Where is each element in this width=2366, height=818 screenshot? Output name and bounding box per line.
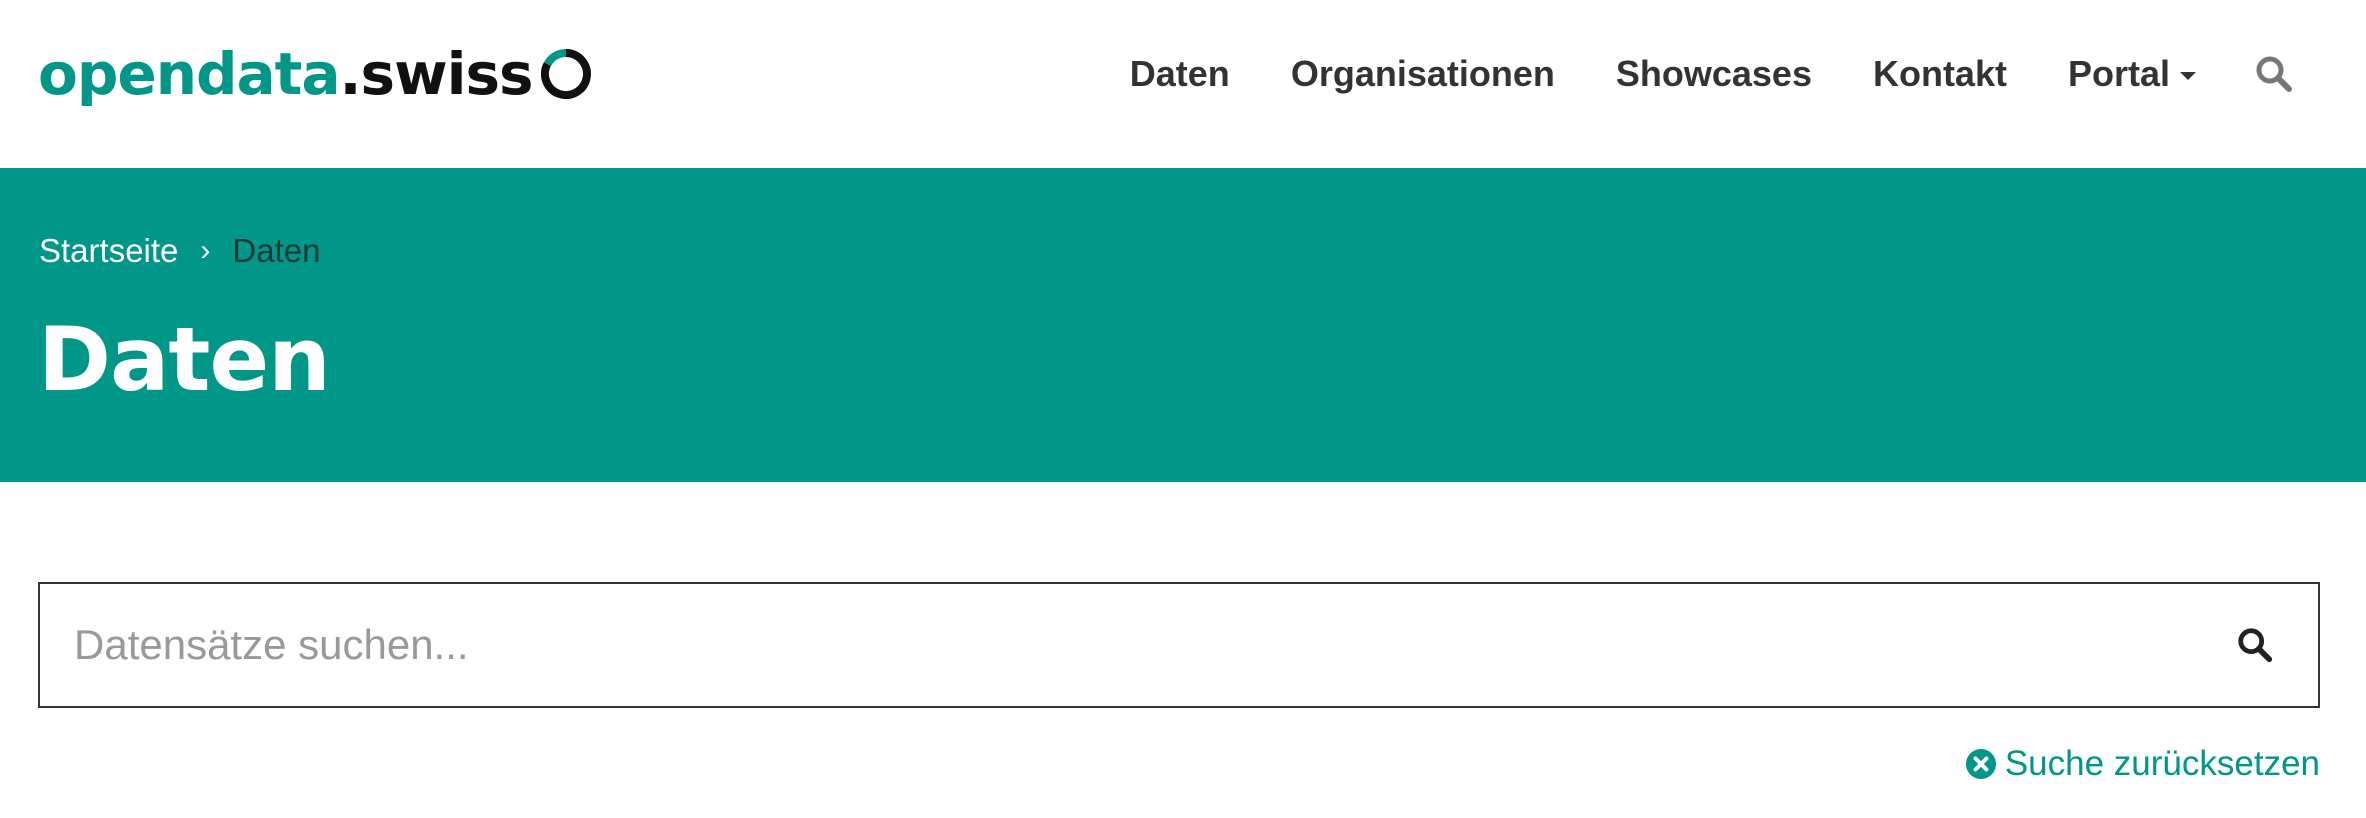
reset-search-link[interactable]: Suche zurücksetzen [1965,744,2320,784]
site-logo[interactable]: opendata .swiss [38,38,591,110]
nav-item-kontakt[interactable]: Kontakt [1873,53,2007,95]
search-icon [2238,628,2273,663]
breadcrumb-home-link[interactable]: Startseite [39,232,178,270]
dataset-search-box [38,582,2320,708]
page-title: Daten [38,308,331,411]
logo-text-swiss: .swiss [339,40,534,108]
main-nav: Daten Organisationen Showcases Kontakt P… [1130,46,2296,102]
caret-down-icon [2180,72,2196,80]
breadcrumb: Startseite › Daten [39,232,320,270]
nav-search-button[interactable] [2252,52,2296,96]
page-hero: Startseite › Daten Daten [0,168,2366,482]
times-circle-icon [1965,749,1996,779]
breadcrumb-separator-icon: › [200,234,211,267]
dataset-search-input[interactable] [40,584,2230,706]
reset-search-label: Suche zurücksetzen [2004,744,2320,783]
site-header: opendata .swiss Daten Organisationen Show… [0,0,2366,168]
nav-item-organisationen[interactable]: Organisationen [1291,53,1555,95]
nav-item-daten[interactable]: Daten [1130,53,1230,95]
nav-item-showcases[interactable]: Showcases [1616,53,1812,95]
breadcrumb-current: Daten [232,232,321,269]
nav-item-portal-label: Portal [2067,53,2170,94]
logo-ring-icon [540,49,591,99]
nav-item-portal-dropdown[interactable]: Portal [2068,53,2196,95]
search-icon [2256,56,2292,92]
logo-text-opendata: opendata [38,40,341,108]
dataset-search-button[interactable] [2230,620,2280,670]
